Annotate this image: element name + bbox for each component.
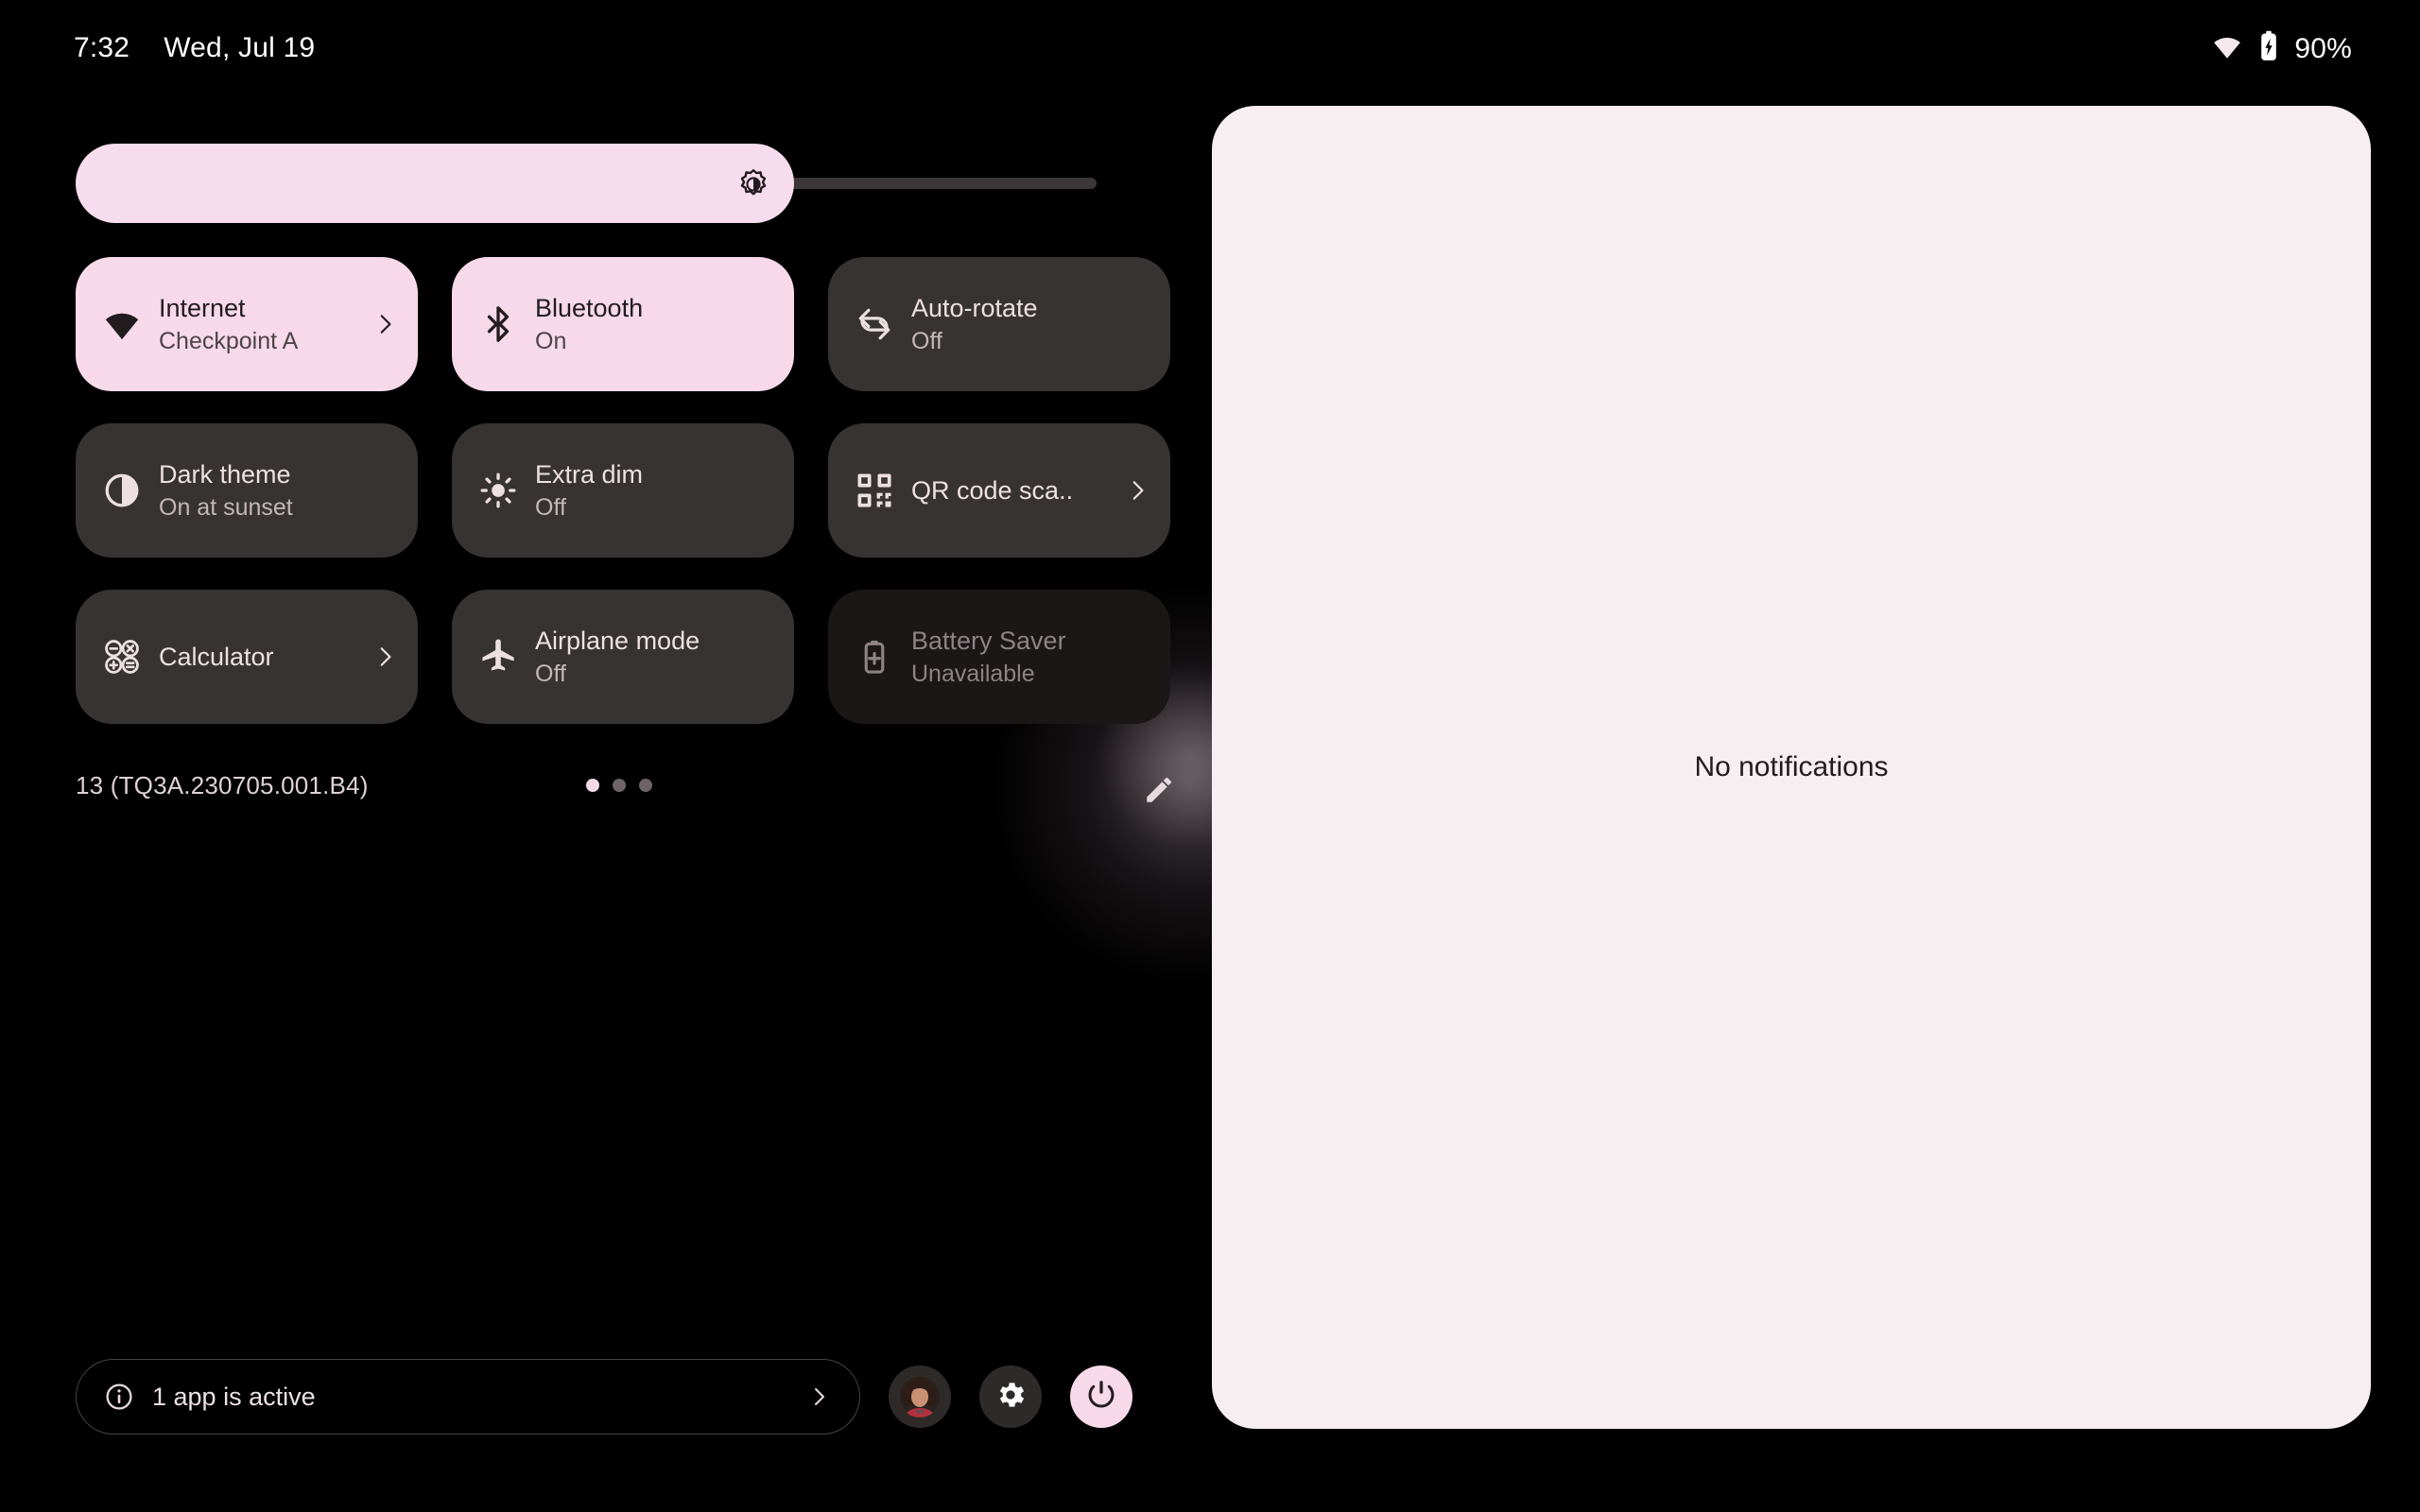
active-apps-button[interactable]: 1 app is active bbox=[76, 1359, 860, 1435]
tile-subtitle: Off bbox=[535, 660, 566, 687]
status-time: 7:32 bbox=[74, 32, 130, 63]
tile-text: QR code sca.. bbox=[911, 475, 1125, 507]
notification-panel[interactable]: No notifications bbox=[1212, 106, 2371, 1429]
auto-rotate-icon bbox=[853, 302, 896, 346]
brightness-track[interactable] bbox=[76, 144, 1097, 223]
tile-title: Extra dim bbox=[535, 459, 644, 489]
chevron-right-icon[interactable] bbox=[372, 312, 397, 336]
tile-text: Calculator bbox=[159, 642, 372, 673]
power-button[interactable] bbox=[1070, 1366, 1132, 1428]
bluetooth-icon bbox=[476, 302, 520, 346]
tile-extra-dim[interactable]: Extra dim Off bbox=[452, 423, 794, 558]
tile-title: QR code sca.. bbox=[911, 475, 1074, 505]
tile-title: Internet bbox=[159, 293, 246, 322]
bottom-bar: 1 app is active bbox=[76, 1357, 1134, 1436]
settings-button[interactable] bbox=[979, 1366, 1042, 1428]
page-dot-1[interactable] bbox=[586, 779, 599, 792]
extra-dim-icon bbox=[476, 469, 520, 512]
tile-airplane-mode[interactable]: Airplane mode Off bbox=[452, 590, 794, 724]
battery-charging-icon bbox=[2256, 30, 2281, 67]
tile-auto-rotate[interactable]: Auto-rotate Off bbox=[828, 257, 1170, 391]
tile-title: Auto-rotate bbox=[911, 293, 1038, 322]
chevron-right-icon[interactable] bbox=[372, 644, 397, 669]
tile-title: Battery Saver bbox=[911, 626, 1066, 655]
tile-battery-saver[interactable]: Battery Saver Unavailable bbox=[828, 590, 1170, 724]
avatar bbox=[899, 1376, 941, 1418]
airplane-icon bbox=[476, 635, 520, 679]
tile-subtitle: On at sunset bbox=[159, 493, 293, 521]
tile-title: Calculator bbox=[159, 642, 274, 671]
build-number: 13 (TQ3A.230705.001.B4) bbox=[76, 771, 369, 799]
status-bar-right: 90% bbox=[2211, 30, 2352, 67]
brightness-rail bbox=[785, 178, 1097, 189]
tile-title: Dark theme bbox=[159, 459, 291, 489]
tile-title: Airplane mode bbox=[535, 626, 700, 655]
tile-text: Internet Checkpoint A bbox=[159, 293, 372, 355]
page-dot-2[interactable] bbox=[613, 779, 626, 792]
tile-dark-theme[interactable]: Dark theme On at sunset bbox=[76, 423, 418, 558]
status-bar-left: 7:32 Wed, Jul 19 bbox=[74, 32, 315, 64]
status-bar: 7:32 Wed, Jul 19 90% bbox=[0, 0, 2420, 87]
quick-settings-footer: 13 (TQ3A.230705.001.B4) bbox=[76, 767, 1172, 809]
dark-theme-icon bbox=[100, 469, 144, 512]
tile-subtitle: Off bbox=[535, 493, 566, 521]
tile-title: Bluetooth bbox=[535, 293, 644, 322]
pencil-icon[interactable] bbox=[1138, 769, 1180, 811]
battery-percent: 90% bbox=[2294, 32, 2352, 64]
quick-settings-tiles: Internet Checkpoint A Bluetooth On Auto-rota… bbox=[76, 257, 1170, 724]
tile-text: Bluetooth On bbox=[535, 293, 773, 355]
tile-bluetooth[interactable]: Bluetooth On bbox=[452, 257, 794, 391]
gear-icon bbox=[994, 1378, 1028, 1417]
auto-brightness-icon bbox=[737, 168, 769, 200]
active-apps-label: 1 app is active bbox=[152, 1382, 316, 1411]
wifi-icon bbox=[100, 302, 144, 346]
power-icon bbox=[1084, 1378, 1118, 1417]
page-indicator[interactable] bbox=[586, 779, 652, 792]
tile-subtitle: Checkpoint A bbox=[159, 327, 299, 354]
tile-text: Extra dim Off bbox=[535, 459, 773, 522]
brightness-fill bbox=[76, 144, 794, 223]
chevron-right-icon[interactable] bbox=[1125, 478, 1150, 503]
no-notifications-text: No notifications bbox=[1694, 751, 1889, 782]
tile-text: Battery Saver Unavailable bbox=[911, 626, 1150, 688]
tile-text: Auto-rotate Off bbox=[911, 293, 1150, 355]
wifi-icon bbox=[2211, 30, 2243, 67]
tile-subtitle: Unavailable bbox=[911, 660, 1035, 687]
chevron-right-icon bbox=[806, 1385, 831, 1408]
user-avatar-button[interactable] bbox=[889, 1366, 951, 1428]
tile-text: Dark theme On at sunset bbox=[159, 459, 397, 522]
tile-subtitle: On bbox=[535, 327, 567, 354]
qr-code-icon bbox=[853, 469, 896, 512]
quick-settings-screen: 7:32 Wed, Jul 19 90% Internet Checkpoint… bbox=[0, 0, 2420, 1512]
calculator-icon bbox=[100, 635, 144, 679]
status-date: Wed, Jul 19 bbox=[164, 32, 316, 63]
tile-subtitle: Off bbox=[911, 327, 942, 354]
tile-text: Airplane mode Off bbox=[535, 626, 773, 688]
brightness-slider[interactable] bbox=[76, 144, 1097, 223]
battery-plus-icon bbox=[853, 635, 896, 679]
page-dot-3[interactable] bbox=[639, 779, 652, 792]
tile-qr-code-sca[interactable]: QR code sca.. bbox=[828, 423, 1170, 558]
tile-calculator[interactable]: Calculator bbox=[76, 590, 418, 724]
info-icon bbox=[103, 1381, 135, 1413]
tile-internet[interactable]: Internet Checkpoint A bbox=[76, 257, 418, 391]
